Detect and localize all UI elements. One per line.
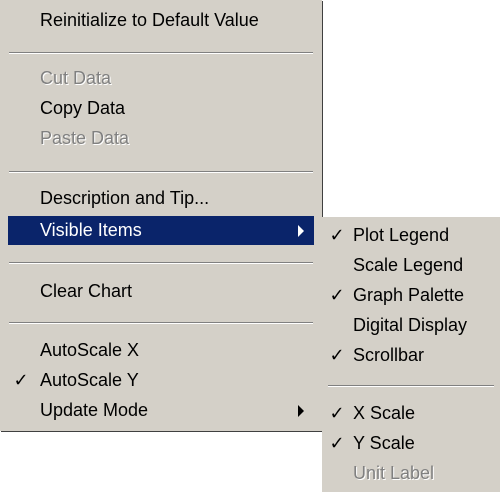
menu-item-label: Description and Tip...	[40, 188, 210, 208]
checkmark-icon: ✓	[329, 285, 345, 305]
menu-item-cut-data: Cut Data	[8, 64, 314, 93]
menu-item-label: Cut Data	[40, 68, 112, 88]
menu-item-label: Clear Chart	[40, 281, 133, 301]
menu-item-label: Digital Display	[353, 315, 468, 335]
menu-item-paste-data: Paste Data	[8, 124, 314, 153]
context-menu: Reinitialize to Default Value Cut Data C…	[0, 0, 322, 431]
submenu-item-unit-label: Unit Label	[326, 459, 496, 488]
checkmark-icon: ✓	[329, 225, 345, 245]
menu-item-label: Copy Data	[40, 98, 126, 118]
menu-item-clear-chart[interactable]: Clear Chart	[8, 277, 314, 306]
menu-item-autoscale-y[interactable]: ✓ AutoScale Y	[8, 366, 314, 395]
menu-item-label: Scrollbar	[353, 345, 425, 365]
menu-item-label: AutoScale Y	[40, 370, 139, 390]
menu-item-label: Paste Data	[40, 128, 130, 148]
menu-separator	[9, 52, 313, 54]
menu-item-reinitialize-to-default-value[interactable]: Reinitialize to Default Value	[8, 6, 314, 35]
checkmark-icon: ✓	[329, 433, 345, 453]
menu-separator	[9, 322, 313, 324]
checkmark-icon: ✓	[13, 370, 29, 390]
menu-separator	[9, 171, 313, 173]
submenu-item-plot-legend[interactable]: ✓ Plot Legend	[326, 221, 496, 250]
menu-separator	[328, 385, 494, 387]
menu-item-label: Visible Items	[40, 220, 142, 240]
menu-item-copy-data[interactable]: Copy Data	[8, 94, 314, 123]
submenu-item-x-scale[interactable]: ✓ X Scale	[326, 399, 496, 428]
submenu-item-graph-palette[interactable]: ✓ Graph Palette	[326, 281, 496, 310]
submenu-item-scrollbar[interactable]: ✓ Scrollbar	[326, 341, 496, 370]
submenu-item-scale-legend[interactable]: Scale Legend	[326, 251, 496, 280]
visible-items-submenu: ✓ Plot Legend Scale Legend ✓ Graph Palet…	[322, 217, 500, 492]
menu-item-label: Graph Palette	[353, 285, 465, 305]
menu-item-label: Plot Legend	[353, 225, 450, 245]
menu-item-description-and-tip[interactable]: Description and Tip...	[8, 184, 314, 213]
menu-item-label: Update Mode	[40, 400, 149, 420]
menu-item-label: AutoScale X	[40, 340, 140, 360]
checkmark-icon: ✓	[329, 345, 345, 365]
submenu-arrow-icon	[298, 225, 304, 237]
menu-item-label: Y Scale	[353, 433, 415, 453]
submenu-item-digital-display[interactable]: Digital Display	[326, 311, 496, 340]
menu-item-label: Scale Legend	[353, 255, 464, 275]
submenu-item-y-scale[interactable]: ✓ Y Scale	[326, 429, 496, 458]
menu-item-label: Unit Label	[353, 463, 435, 483]
checkmark-icon: ✓	[329, 403, 345, 423]
menu-item-autoscale-x[interactable]: AutoScale X	[8, 336, 314, 365]
menu-item-label: Reinitialize to Default Value	[40, 10, 259, 30]
menu-item-visible-items[interactable]: Visible Items	[8, 216, 314, 245]
menu-separator	[9, 262, 313, 264]
menu-item-label: X Scale	[353, 403, 416, 423]
menu-item-update-mode[interactable]: Update Mode	[8, 396, 314, 425]
submenu-arrow-icon	[298, 405, 304, 417]
